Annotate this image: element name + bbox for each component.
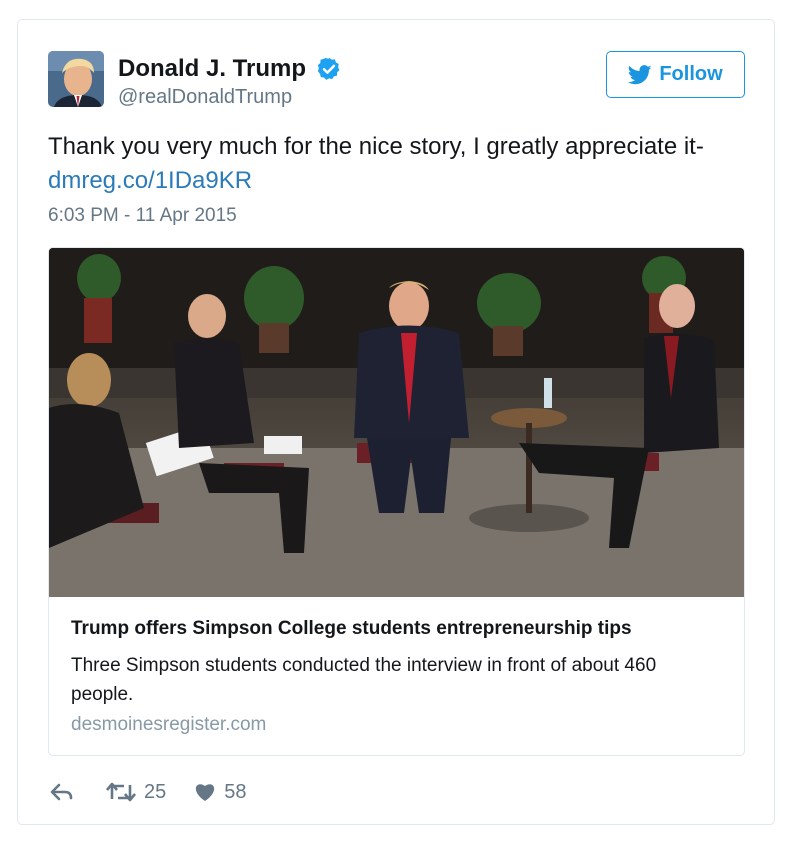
tweet-body: Thank you very much for the nice story, … [48, 133, 704, 160]
display-name[interactable]: Donald J. Trump [118, 55, 306, 83]
avatar-photo [48, 51, 104, 107]
link-card[interactable]: Trump offers Simpson College students en… [48, 247, 745, 756]
follow-button-label: Follow [659, 63, 723, 85]
card-title[interactable]: Trump offers Simpson College students en… [71, 618, 632, 640]
reply-icon [50, 783, 73, 801]
tweet-timestamp[interactable]: 6:03 PM - 11 Apr 2015 [48, 205, 237, 227]
retweet-icon [106, 782, 136, 802]
card-description: Three Simpson students conducted the int… [71, 655, 657, 705]
tweet-text: Thank you very much for the nice story, … [48, 130, 748, 198]
retweet-count: 25 [144, 780, 167, 803]
tweet-actions: 25 58 [50, 777, 247, 807]
avatar[interactable] [48, 51, 104, 107]
retweet-button[interactable]: 25 [106, 781, 166, 804]
verified-badge-icon [317, 57, 340, 80]
card-image[interactable] [49, 248, 744, 597]
tweet-link[interactable]: dmreg.co/1IDa9KR [48, 164, 748, 198]
reply-button[interactable] [50, 782, 74, 802]
tweet-card: Donald J. Trump @realDonaldTrump Follow … [17, 19, 775, 825]
follow-button[interactable]: Follow [606, 51, 745, 98]
like-count: 58 [224, 780, 247, 803]
heart-icon [196, 784, 215, 801]
user-handle[interactable]: @realDonaldTrump [118, 86, 292, 109]
card-domain: desmoinesregister.com [71, 714, 267, 735]
twitter-bird-icon [628, 64, 652, 84]
like-button[interactable]: 58 [194, 780, 247, 804]
